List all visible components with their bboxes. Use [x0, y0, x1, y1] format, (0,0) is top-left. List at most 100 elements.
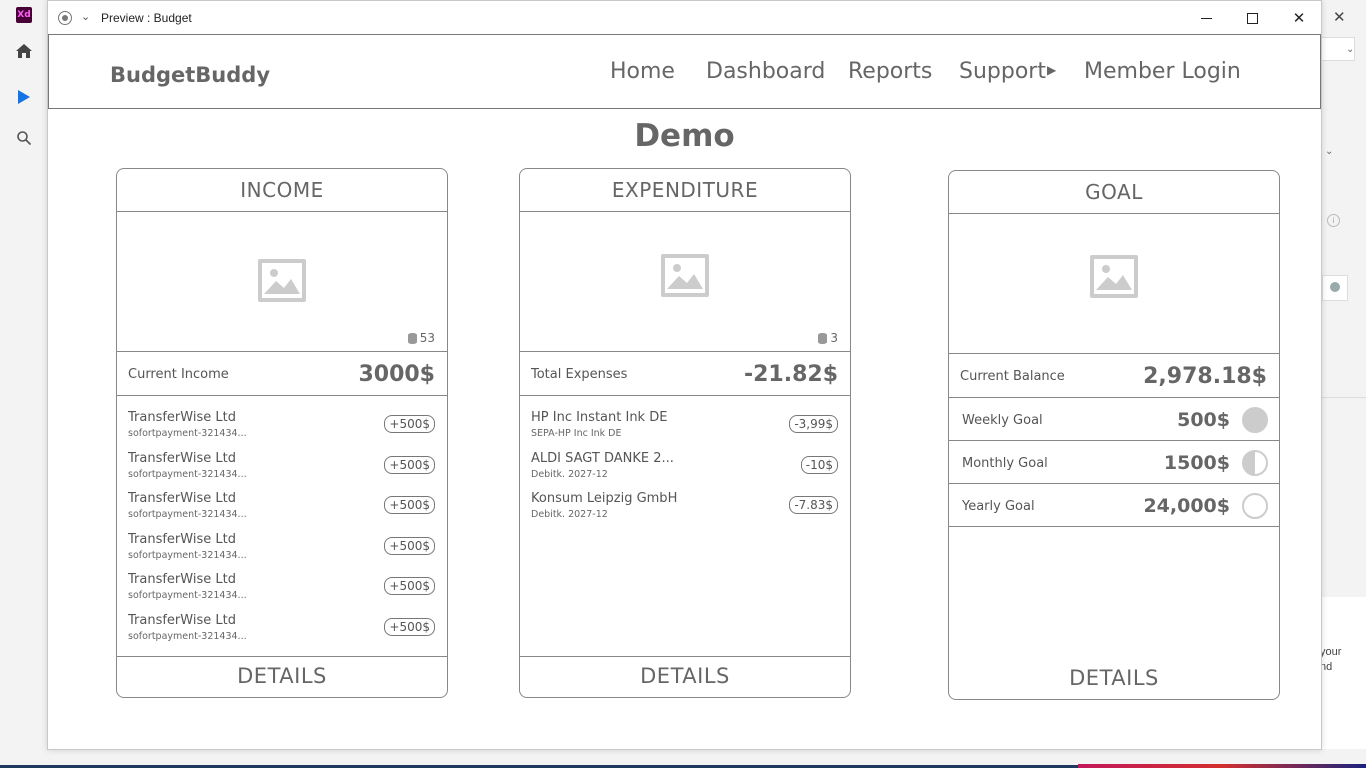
search-icon[interactable]: [16, 130, 32, 146]
income-card: INCOME 53 Current Income 3000$ TransferW…: [116, 168, 448, 698]
goal-details-button[interactable]: DETAILS: [949, 657, 1279, 699]
goal-title: GOAL: [949, 171, 1279, 214]
xd-side-panel: [1321, 597, 1366, 757]
nav-dashboard[interactable]: Dashboard: [706, 59, 825, 84]
transaction-amount-badge: -3,99$: [789, 415, 838, 433]
transaction-reference: sofortpayment-321434...: [128, 509, 247, 520]
chevron-down-icon[interactable]: ⌄: [1325, 146, 1333, 157]
chevron-down-icon[interactable]: ⌄: [81, 10, 90, 23]
add-user-icon[interactable]: [1322, 275, 1348, 301]
transaction-amount-badge: -10$: [800, 455, 838, 474]
expenditure-title: EXPENDITURE: [520, 169, 850, 212]
image-placeholder-icon: [1090, 255, 1138, 298]
list-item[interactable]: TransferWise Ltd sofortpayment-321434...…: [117, 613, 447, 654]
goal-image: [949, 214, 1279, 354]
transaction-name: ALDI SAGT DANKE 2...: [531, 450, 674, 466]
close-icon[interactable]: ✕: [1333, 8, 1346, 26]
close-icon: ✕: [1292, 9, 1306, 27]
nav-home[interactable]: Home: [610, 59, 675, 84]
taskbar-accent: [1078, 764, 1366, 768]
record-icon[interactable]: [58, 11, 72, 25]
caret-right-icon: ▶: [1046, 63, 1057, 77]
transaction-name: TransferWise Ltd: [128, 491, 236, 506]
panel-divider: [1321, 397, 1366, 398]
income-details-button[interactable]: DETAILS: [117, 655, 447, 697]
list-item[interactable]: TransferWise Ltd sofortpayment-321434...…: [117, 491, 447, 532]
transaction-amount-badge: +500$: [384, 496, 435, 514]
nav-support-label: Support: [959, 59, 1046, 84]
transaction-name: HP Inc Instant Ink DE: [531, 410, 668, 425]
goal-label: Monthly Goal: [962, 456, 1048, 471]
goal-label: Weekly Goal: [962, 413, 1043, 428]
transaction-amount-badge: +500$: [384, 455, 435, 474]
progress-circle-icon: [1242, 407, 1268, 433]
list-item[interactable]: TransferWise Ltd sofortpayment-321434...…: [117, 572, 447, 613]
goal-label: Yearly Goal: [962, 499, 1035, 514]
minimize-button[interactable]: [1183, 1, 1229, 35]
weekly-goal-row[interactable]: Weekly Goal 500$: [949, 398, 1279, 441]
list-item[interactable]: Konsum Leipzig GmbH Debitk. 2027-12 -7.8…: [520, 491, 850, 532]
image-placeholder-icon: [661, 254, 709, 297]
list-item[interactable]: TransferWise Ltd sofortpayment-321434...…: [117, 410, 447, 451]
transaction-amount-badge: +500$: [384, 577, 435, 595]
transaction-name: TransferWise Ltd: [128, 612, 236, 628]
preview-window: ⌄ Preview : Budget ✕ BudgetBuddy Home Da…: [47, 0, 1322, 750]
nav-member-login[interactable]: Member Login: [1084, 59, 1241, 84]
list-item[interactable]: HP Inc Instant Ink DE SEPA-HP Inc Ink DE…: [520, 410, 850, 451]
transaction-reference: Debitk. 2027-12: [531, 468, 608, 480]
income-transaction-list: TransferWise Ltd sofortpayment-321434...…: [117, 396, 447, 657]
expenditure-total-value: -21.82$: [743, 362, 838, 387]
info-icon[interactable]: i: [1327, 214, 1340, 227]
site-header: BudgetBuddy Home Dashboard Reports Suppo…: [48, 34, 1321, 109]
list-item[interactable]: TransferWise Ltd sofortpayment-321434...…: [117, 532, 447, 573]
income-count: 53: [419, 331, 435, 345]
transaction-reference: sofortpayment-321434...: [128, 590, 247, 601]
close-button[interactable]: ✕: [1276, 1, 1322, 35]
preview-play-icon[interactable]: [17, 89, 31, 105]
expenditure-image: 3: [520, 212, 850, 352]
chevron-down-icon[interactable]: ⌄: [1346, 44, 1354, 55]
expenditure-total-row: Total Expenses -21.82$: [520, 352, 850, 396]
transaction-reference: SEPA-HP Inc Ink DE: [531, 428, 622, 439]
xd-logo-icon: Xd: [16, 7, 32, 23]
transaction-reference: sofortpayment-321434...: [128, 549, 247, 561]
transaction-amount-badge: -7.83$: [789, 496, 838, 514]
transaction-name: Konsum Leipzig GmbH: [531, 491, 678, 506]
goal-card: GOAL Current Balance 2,978.18$ Weekly Go…: [948, 170, 1280, 700]
expenditure-count-badge: 3: [818, 331, 838, 345]
progress-circle-icon: [1242, 493, 1268, 519]
transaction-name: TransferWise Ltd: [128, 572, 236, 587]
window-title: Preview : Budget: [101, 11, 192, 25]
brand-logo[interactable]: BudgetBuddy: [110, 63, 270, 87]
side-panel-text: your nd: [1320, 646, 1342, 673]
page-title: Demo: [634, 118, 735, 154]
income-total-row: Current Income 3000$: [117, 352, 447, 396]
xd-tool-rail: Xd: [0, 0, 48, 768]
home-icon[interactable]: [14, 41, 34, 61]
monthly-goal-row[interactable]: Monthly Goal 1500$: [949, 441, 1279, 484]
nav-reports[interactable]: Reports: [848, 59, 932, 84]
list-item[interactable]: TransferWise Ltd sofortpayment-321434...…: [117, 451, 447, 492]
transaction-reference: sofortpayment-321434...: [128, 428, 247, 439]
transaction-amount-badge: +500$: [384, 536, 435, 555]
income-image: 53: [117, 212, 447, 352]
progress-circle-icon: [1242, 450, 1268, 476]
transaction-name: TransferWise Ltd: [128, 450, 236, 466]
goal-value: 500$: [1177, 409, 1230, 431]
expenditure-total-label: Total Expenses: [531, 367, 628, 382]
expenditure-count: 3: [830, 331, 838, 345]
goal-balance-row: Current Balance 2,978.18$: [949, 354, 1279, 398]
yearly-goal-row[interactable]: Yearly Goal 24,000$: [949, 484, 1279, 527]
expenditure-details-button[interactable]: DETAILS: [520, 655, 850, 697]
expenditure-transaction-list: HP Inc Instant Ink DE SEPA-HP Inc Ink DE…: [520, 396, 850, 657]
income-title: INCOME: [117, 169, 447, 212]
goal-balance-label: Current Balance: [960, 369, 1065, 384]
transaction-reference: Debitk. 2027-12: [531, 509, 608, 520]
maximize-icon: [1246, 12, 1258, 24]
database-icon: [818, 332, 828, 344]
transaction-name: TransferWise Ltd: [128, 410, 236, 425]
nav-support[interactable]: Support▶: [959, 59, 1056, 84]
maximize-button[interactable]: [1229, 1, 1275, 35]
expenditure-card: EXPENDITURE 3 Total Expenses -21.82$ HP …: [519, 168, 851, 698]
list-item[interactable]: ALDI SAGT DANKE 2... Debitk. 2027-12 -10…: [520, 451, 850, 492]
